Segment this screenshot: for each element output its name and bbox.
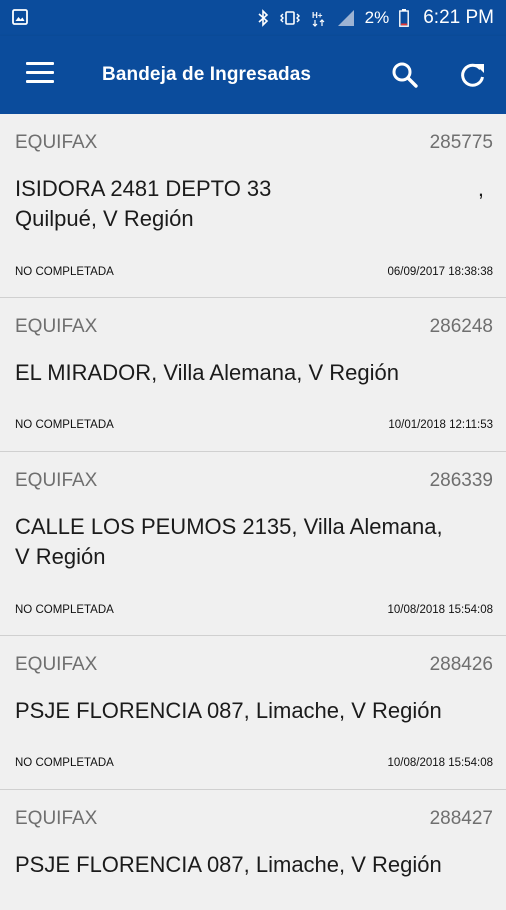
company-label: EQUIFAX: [15, 316, 98, 337]
address: ISIDORA 2481 DEPTO 33 Quilpué, V Región: [15, 174, 485, 234]
image-notification-icon: [12, 9, 28, 30]
battery-percent: 2%: [364, 8, 390, 27]
address-line-1: PSJE FLORENCIA 087, Limache, V Región: [15, 852, 442, 877]
battery-icon: [399, 9, 410, 27]
list-item[interactable]: EQUIFAX 285775 ISIDORA 2481 DEPTO 33 Qui…: [0, 114, 506, 298]
address: PSJE FLORENCIA 087, Limache, V Región: [15, 696, 485, 726]
clock: 6:21 PM: [423, 7, 494, 28]
request-list: EQUIFAX 285775 ISIDORA 2481 DEPTO 33 Qui…: [0, 114, 506, 910]
timestamp: 10/08/2018 15:54:08: [387, 757, 493, 769]
address: CALLE LOS PEUMOS 2135, Villa Alemana, V …: [15, 512, 485, 572]
address-line-2: Quilpué, V Región: [15, 206, 194, 231]
timestamp: 10/01/2018 12:11:53: [388, 419, 493, 431]
status-label: NO COMPLETADA: [15, 419, 114, 431]
address-line-1: PSJE FLORENCIA 087, Limache, V Región: [15, 698, 442, 723]
status-label: NO COMPLETADA: [15, 266, 114, 278]
timestamp: 06/09/2017 18:38:38: [387, 266, 493, 278]
search-icon[interactable]: [390, 60, 420, 90]
address-trailing: ,: [477, 176, 484, 201]
address: PSJE FLORENCIA 087, Limache, V Región: [15, 850, 485, 880]
request-number: 286248: [429, 316, 493, 337]
company-label: EQUIFAX: [15, 654, 98, 675]
cell-signal-icon: [337, 9, 355, 27]
request-number: 285775: [429, 132, 493, 153]
svg-text:H+: H+: [312, 11, 323, 20]
list-item[interactable]: EQUIFAX 288426 PSJE FLORENCIA 087, Limac…: [0, 636, 506, 790]
app-bar: Bandeja de Ingresadas: [0, 36, 506, 114]
list-item[interactable]: EQUIFAX 286339 CALLE LOS PEUMOS 2135, Vi…: [0, 452, 506, 636]
request-number: 286339: [429, 470, 493, 491]
list-item[interactable]: EQUIFAX 288427 PSJE FLORENCIA 087, Limac…: [0, 790, 506, 910]
status-bar: H+ 2% 6:21 PM: [0, 0, 506, 36]
company-label: EQUIFAX: [15, 470, 98, 491]
address-line-1: CALLE LOS PEUMOS 2135, Villa Alemana,: [15, 514, 443, 539]
vibrate-icon: [279, 10, 301, 26]
page-title: Bandeja de Ingresadas: [102, 64, 312, 85]
bluetooth-icon: [257, 9, 269, 27]
refresh-icon[interactable]: [458, 60, 488, 90]
list-item[interactable]: EQUIFAX 286248 EL MIRADOR, Villa Alemana…: [0, 298, 506, 452]
status-label: NO COMPLETADA: [15, 604, 114, 616]
address-line-1: ISIDORA 2481 DEPTO 33: [15, 176, 272, 201]
company-label: EQUIFAX: [15, 808, 98, 829]
hplus-signal-icon: H+: [311, 9, 327, 27]
request-number: 288426: [429, 654, 493, 675]
address-line-1: EL MIRADOR, Villa Alemana, V Región: [15, 360, 399, 385]
address-line-2: V Región: [15, 544, 106, 569]
request-number: 288427: [429, 808, 493, 829]
company-label: EQUIFAX: [15, 132, 98, 153]
status-label: NO COMPLETADA: [15, 757, 114, 769]
address: EL MIRADOR, Villa Alemana, V Región: [15, 358, 485, 388]
menu-icon[interactable]: [26, 62, 54, 84]
timestamp: 10/08/2018 15:54:08: [387, 604, 493, 616]
